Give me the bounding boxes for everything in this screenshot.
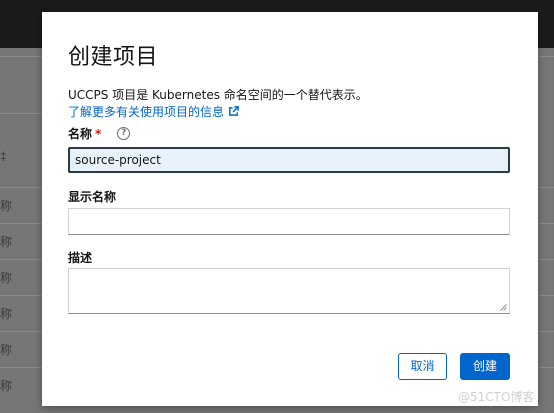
description-label: 描述 — [68, 251, 93, 265]
create-project-dialog: 创建项目 UCCPS 项目是 Kubernetes 命名空间的一个替代表示。 了… — [42, 12, 538, 406]
help-icon[interactable]: ? — [117, 127, 131, 140]
background-row-glyph: ‡ — [0, 149, 7, 163]
resize-handle-icon[interactable] — [500, 304, 507, 311]
background-right-column — [538, 48, 554, 413]
cancel-button[interactable]: 取消 — [398, 353, 447, 380]
background-row — [538, 367, 554, 368]
create-button[interactable]: 创建 — [460, 353, 510, 380]
name-field-label-row: 名称 * ? — [68, 125, 131, 142]
background-row-glyph: 称 — [0, 223, 42, 259]
name-field-label: 名称 — [68, 127, 93, 141]
background-row — [0, 56, 42, 92]
dialog-description: UCCPS 项目是 Kubernetes 命名空间的一个替代表示。 — [68, 88, 368, 102]
background-row — [538, 56, 554, 57]
background-row-glyph: 称 — [0, 259, 42, 295]
background-row — [538, 295, 554, 296]
learn-more-link[interactable]: 了解更多有关使用项目的信息 — [68, 103, 239, 120]
watermark: @51CTO博客 — [458, 390, 535, 404]
background-row-glyph: 称 — [0, 331, 42, 367]
description-textarea[interactable] — [68, 268, 510, 314]
background-row — [538, 223, 554, 224]
display-name-label: 显示名称 — [68, 190, 117, 204]
background-row-glyph: 称 — [0, 367, 42, 403]
background-row — [538, 331, 554, 332]
background-table-column: ‡ 称 称 称 称 称 称 — [0, 48, 42, 413]
required-indicator: * — [95, 126, 102, 141]
background-row-glyph: 称 — [0, 187, 42, 223]
external-link-icon — [229, 106, 239, 116]
dialog-title: 创建项目 — [68, 45, 159, 70]
learn-more-link-label[interactable]: 了解更多有关使用项目的信息 — [68, 103, 224, 120]
background-row — [538, 187, 554, 188]
background-row — [538, 259, 554, 260]
name-input[interactable]: source-project — [68, 147, 510, 173]
display-name-input[interactable] — [68, 208, 510, 235]
background-row-glyph: 称 — [0, 295, 42, 331]
